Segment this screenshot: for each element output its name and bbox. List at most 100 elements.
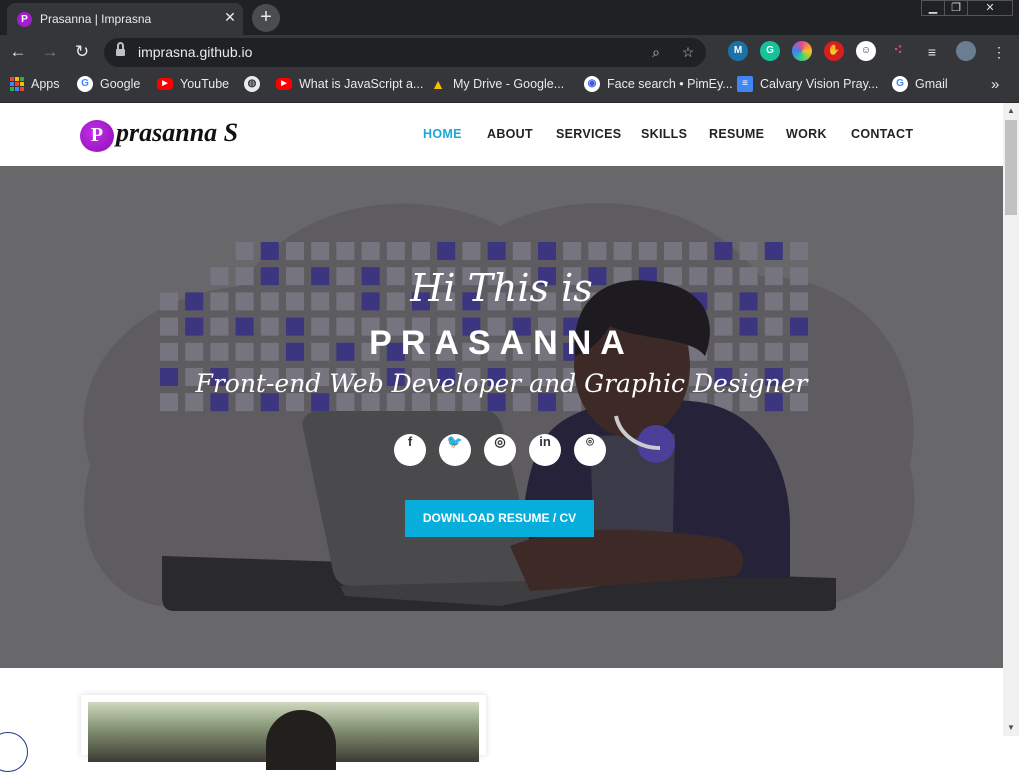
hero-square-tile [361, 242, 380, 260]
nav-contact[interactable]: CONTACT [851, 127, 913, 141]
youtube-icon: ▶ [157, 78, 173, 90]
hero-square-tile [235, 242, 254, 260]
hero-square-tile [487, 242, 506, 260]
browser-tab-strip: P Prasanna | Imprasna ✕ + ▁ ❐ ✕ [0, 0, 1019, 35]
bookmark-item[interactable]: ◉ Face search • PimEy... [584, 69, 733, 99]
hero-square-tile [588, 242, 607, 260]
color-wheel-icon[interactable] [792, 41, 812, 61]
hand-stop-icon[interactable]: ✋ [824, 41, 844, 61]
social-links: f 🐦 ◎ in ⌾ [394, 434, 606, 466]
scrollbar-thumb[interactable] [1005, 120, 1017, 215]
bookmarks-bar: Apps G Google ▶ YouTube ◍ ▶ What is JavaScript … [0, 69, 1019, 103]
download-resume-button[interactable]: DOWNLOAD RESUME / CV [405, 500, 594, 537]
scroll-up-icon[interactable]: ▲ [1003, 103, 1019, 119]
floating-circle-button[interactable] [0, 732, 28, 772]
tab-close-icon[interactable]: ✕ [221, 8, 239, 26]
bookmark-item[interactable]: ▶ What is JavaScript a... [276, 69, 423, 99]
bookmark-star-icon[interactable]: ☆ [679, 43, 697, 61]
address-bar[interactable]: imprasna.github.io ⌕ ☆ [104, 38, 706, 67]
nav-skills[interactable]: SKILLS [641, 127, 687, 141]
hero-square-tile [336, 242, 355, 260]
window-controls: ▁ ❐ ✕ [921, 0, 1013, 16]
bookmark-item[interactable]: G Google [77, 69, 140, 99]
page-scrollbar[interactable]: ▲ ▼ [1003, 103, 1019, 736]
bookmark-label: Face search • PimEy... [607, 77, 733, 91]
grammarly-icon[interactable]: G [760, 41, 780, 61]
profile-photo [88, 702, 479, 770]
bookmark-item[interactable]: ▲ My Drive - Google... [430, 69, 564, 99]
hero-square-tile [538, 242, 556, 260]
lock-icon [116, 42, 125, 57]
face-icon[interactable]: ☺ [856, 41, 876, 61]
hero-square-tile [437, 242, 456, 260]
reload-icon[interactable]: ↻ [72, 42, 92, 62]
profile-photo-head [266, 710, 336, 770]
google-icon: G [77, 76, 93, 92]
apps-grid-icon [10, 77, 24, 91]
twitter-icon[interactable]: 🐦 [439, 434, 471, 466]
bookmark-icon-only[interactable]: ◍ [244, 69, 260, 99]
scroll-down-icon[interactable]: ▼ [1003, 720, 1019, 736]
profile-avatar[interactable] [956, 41, 976, 61]
linkedin-icon[interactable]: in [529, 434, 561, 466]
hero-square-tile [739, 242, 758, 260]
drive-icon: ▲ [431, 76, 445, 92]
hero-square-tile [512, 242, 531, 260]
mendeley-icon[interactable]: M [728, 41, 748, 61]
nav-resume[interactable]: RESUME [709, 127, 764, 141]
browser-tab[interactable]: P Prasanna | Imprasna ✕ [7, 3, 243, 35]
hero-square-tile [790, 242, 808, 260]
nav-about[interactable]: ABOUT [487, 127, 533, 141]
github-icon[interactable]: ⌾ [574, 434, 606, 466]
hero-square-tile [664, 242, 682, 260]
browser-toolbar: ← → ↻ imprasna.github.io ⌕ ☆ M G ✋ ☺ ⁖ ≡ ⋮ [0, 35, 1019, 69]
google-icon: G [892, 76, 908, 92]
new-tab-button[interactable]: + [252, 4, 280, 32]
close-window-button[interactable]: ✕ [968, 1, 1012, 16]
instagram-icon[interactable]: ◎ [484, 434, 516, 466]
hero-square-tile [638, 242, 657, 260]
docs-icon: ≡ [737, 76, 753, 92]
reading-list-icon[interactable]: ≡ [923, 43, 941, 61]
menu-kebab-icon[interactable]: ⋮ [990, 43, 1008, 61]
url-text: imprasna.github.io [138, 44, 253, 60]
bookmark-label: My Drive - Google... [453, 77, 565, 91]
hero-illustration [83, 203, 915, 611]
facebook-icon[interactable]: f [394, 434, 426, 466]
nav-services[interactable]: SERVICES [556, 127, 621, 141]
hero-square-tile [689, 242, 708, 260]
hero-name: PRASANNA [369, 324, 634, 362]
zoom-icon[interactable]: ⌕ [647, 43, 665, 61]
bookmark-label: Apps [31, 77, 60, 91]
pimeyes-icon: ◉ [584, 76, 600, 92]
hero-square-tile [462, 242, 481, 260]
site-favicon-icon: P [17, 12, 32, 27]
restore-button[interactable]: ❐ [945, 1, 968, 16]
nav-work[interactable]: WORK [786, 127, 827, 141]
hero-square-tile [311, 242, 330, 260]
bookmark-label: What is JavaScript a... [299, 77, 424, 91]
dots-icon[interactable]: ⁖ [888, 41, 908, 61]
hero-square-tile [764, 242, 783, 260]
nav-home[interactable]: HOME [423, 127, 462, 141]
bookmark-item[interactable]: G Gmail [892, 69, 948, 99]
hero-square-tile [563, 242, 582, 260]
globe-icon: ◍ [244, 76, 260, 92]
hero-subtitle: Front-end Web Developer and Graphic Desi… [195, 369, 808, 398]
logo-text[interactable]: prasanna S [116, 118, 238, 148]
bookmark-item[interactable]: Apps [10, 69, 60, 99]
bookmarks-overflow-icon[interactable]: » [991, 69, 999, 99]
bookmark-item[interactable]: ≡ Calvary Vision Pray... [737, 69, 878, 99]
hero-greeting: Hi This is [410, 266, 593, 310]
back-arrow-icon[interactable]: ← [8, 42, 28, 62]
bookmark-label: Calvary Vision Pray... [760, 77, 879, 91]
forward-arrow-icon[interactable]: → [40, 42, 60, 62]
minimize-button[interactable]: ▁ [922, 1, 945, 16]
bookmark-label: Google [100, 77, 141, 91]
tab-title: Prasanna | Imprasna [40, 12, 152, 26]
profile-photo-card [81, 695, 486, 770]
bookmark-item[interactable]: ▶ YouTube [157, 69, 229, 99]
site-header: P prasanna S HOME ABOUT SERVICES SKILLS … [0, 104, 1003, 166]
logo-mark-icon[interactable]: P [80, 120, 114, 152]
hero-section: Hi This is PRASANNA Front-end Web Develo… [0, 166, 1003, 668]
